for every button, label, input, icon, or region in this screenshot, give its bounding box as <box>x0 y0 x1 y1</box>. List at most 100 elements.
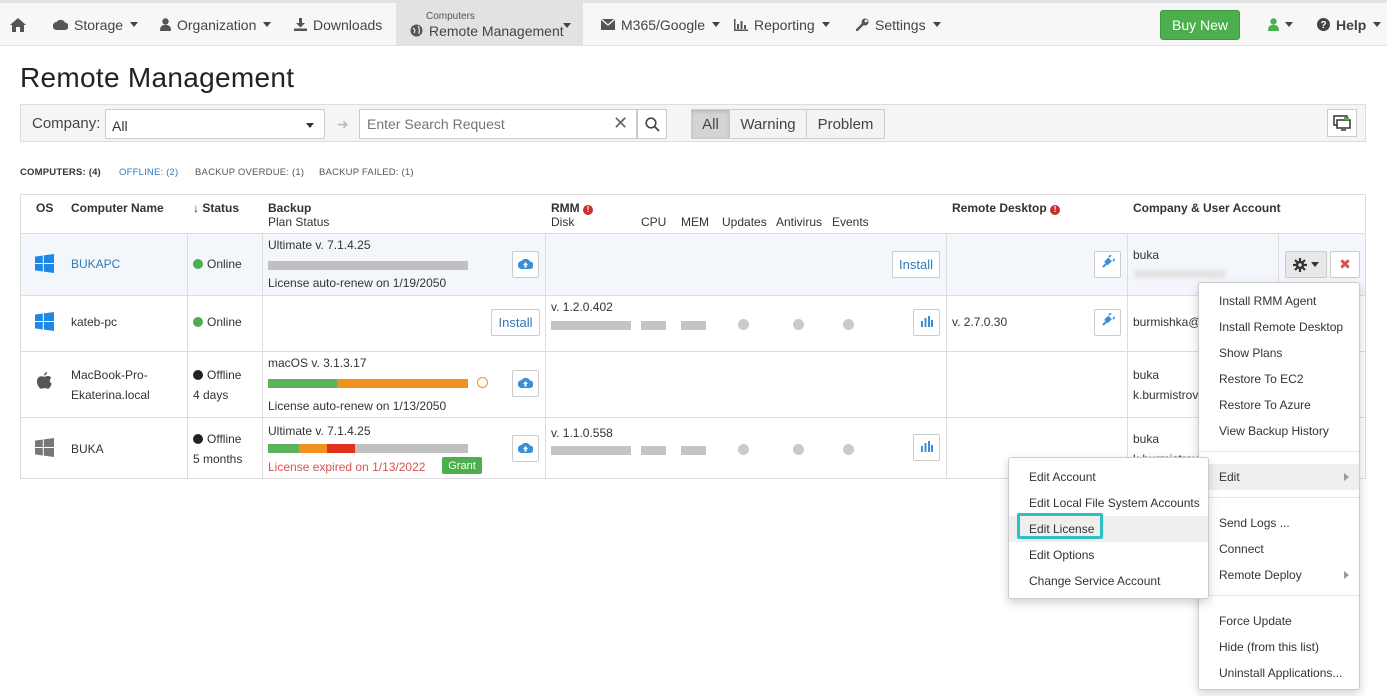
submenu-edit-options[interactable]: Edit Options <box>1009 542 1208 568</box>
blurred-email <box>1135 270 1225 278</box>
status-offline: Offline <box>193 429 241 449</box>
nav-help[interactable]: ? Help <box>1317 3 1382 46</box>
col-computer-name[interactable]: Computer Name <box>71 201 164 215</box>
plan-status-failed <box>327 444 355 453</box>
computer-name[interactable]: BUKA <box>71 439 104 459</box>
backup-install-button[interactable]: Install <box>491 309 540 336</box>
wrench-icon <box>856 18 869 31</box>
nav-settings[interactable]: Settings <box>856 3 941 46</box>
grant-button[interactable]: Grant <box>442 457 482 474</box>
computer-name-link[interactable]: BUKAPC <box>71 254 120 274</box>
chevron-down-icon <box>1373 22 1382 27</box>
summary-backup-overdue[interactable]: BACKUP OVERDUE: (1) <box>195 167 304 178</box>
computer-name[interactable]: MacBook-Pro- <box>71 365 148 385</box>
alert-icon: ! <box>583 205 594 215</box>
menu-edit[interactable]: Edit <box>1199 464 1359 490</box>
plug-icon <box>1101 254 1116 274</box>
menu-force-update[interactable]: Force Update <box>1199 608 1359 634</box>
nav-organization[interactable]: Organization <box>160 3 272 46</box>
bar-chart-icon <box>734 18 748 31</box>
nav-remote-management[interactable]: Computers Remote Management <box>396 3 583 46</box>
col-plan-status: Plan Status <box>268 215 330 229</box>
menu-connect[interactable]: Connect <box>1199 536 1359 562</box>
filter-all[interactable]: All <box>691 109 730 139</box>
menu-hide-from-list[interactable]: Hide (from this list) <box>1199 634 1359 660</box>
filter-problem[interactable]: Problem <box>806 109 885 139</box>
computer-name[interactable]: kateb-pc <box>71 312 117 332</box>
cloud-upload-button[interactable] <box>512 251 539 278</box>
col-antivirus: Antivirus <box>776 215 823 229</box>
home-icon[interactable] <box>10 3 26 46</box>
computers-table: OS Computer Name ↓ Status Backup Plan St… <box>20 194 1366 479</box>
cloud-icon <box>53 19 68 30</box>
filter-warning[interactable]: Warning <box>729 109 807 139</box>
remote-desktop-connect-button[interactable] <box>1094 251 1121 278</box>
remote-desktop-connect-button[interactable] <box>1094 309 1121 336</box>
submenu-edit-account[interactable]: Edit Account <box>1009 464 1208 490</box>
col-os: OS <box>36 201 54 215</box>
close-icon[interactable]: ✕ <box>613 114 628 132</box>
menu-restore-to-azure[interactable]: Restore To Azure <box>1199 392 1359 418</box>
col-disk: Disk <box>551 215 575 229</box>
menu-install-remote-desktop[interactable]: Install Remote Desktop <box>1199 314 1359 340</box>
chevron-down-icon <box>932 22 941 27</box>
summary-computers[interactable]: COMPUTERS: (4) <box>20 167 101 178</box>
antivirus-indicator <box>793 319 804 330</box>
user-company: buka <box>1133 432 1160 446</box>
chevron-down-icon <box>821 22 830 27</box>
user-menu[interactable] <box>1268 3 1293 46</box>
close-icon: ✖ <box>1339 256 1351 272</box>
rmm-install-button[interactable]: Install <box>892 251 940 278</box>
col-backup: Backup <box>268 201 312 215</box>
cloud-upload-button[interactable] <box>512 370 539 397</box>
menu-view-backup-history[interactable]: View Backup History <box>1199 418 1359 444</box>
cloud-upload-button[interactable] <box>512 435 539 462</box>
search-button[interactable] <box>637 109 667 139</box>
summary-backup-failed[interactable]: BACKUP FAILED: (1) <box>319 167 414 178</box>
nav-reporting[interactable]: Reporting <box>734 3 830 46</box>
backup-version: macOS v. 3.1.3.17 <box>268 356 367 370</box>
nav-storage[interactable]: Storage <box>53 3 139 46</box>
menu-uninstall-applications[interactable]: Uninstall Applications... <box>1199 660 1359 686</box>
status-offline: Offline <box>193 365 241 385</box>
company-select[interactable]: All <box>105 109 325 139</box>
nav-m365-google[interactable]: M365/Google <box>601 3 721 46</box>
chevron-down-icon <box>263 22 272 27</box>
row-actions-gear-button[interactable] <box>1285 251 1327 278</box>
plan-status-success <box>268 379 337 388</box>
backup-license: License auto-renew on 1/13/2050 <box>268 399 447 413</box>
chevron-right-icon <box>1344 473 1349 481</box>
col-company-user: Company & User Account <box>1133 201 1281 215</box>
company-label: Company: <box>32 115 101 132</box>
nav-downloads[interactable]: Downloads <box>294 3 382 46</box>
col-cpu: CPU <box>641 215 667 229</box>
cpu-bar <box>641 321 666 330</box>
plan-status-success <box>268 444 299 453</box>
col-rmm: RMM ! <box>551 201 594 215</box>
divider <box>187 233 188 479</box>
search-input[interactable] <box>359 109 637 139</box>
backup-progress-bar <box>268 261 468 270</box>
remote-monitor-button[interactable] <box>1327 109 1357 137</box>
buy-new-button[interactable]: Buy New <box>1160 10 1240 40</box>
row-delete-button[interactable]: ✖ <box>1330 251 1360 278</box>
divider <box>545 233 546 479</box>
menu-remote-deploy[interactable]: Remote Deploy <box>1199 562 1359 588</box>
menu-show-plans[interactable]: Show Plans <box>1199 340 1359 366</box>
col-status[interactable]: ↓ Status <box>193 201 239 215</box>
menu-restore-to-ec2[interactable]: Restore To EC2 <box>1199 366 1359 392</box>
rmm-chart-button[interactable] <box>913 434 940 461</box>
backup-license-expired: License expired on 1/13/2022 <box>268 460 426 474</box>
divider <box>21 351 1365 352</box>
menu-install-rmm-agent[interactable]: Install RMM Agent <box>1199 288 1359 314</box>
power-icon <box>193 370 203 380</box>
rmm-chart-button[interactable] <box>913 309 940 336</box>
cloud-upload-icon <box>517 375 534 393</box>
search-icon <box>644 116 660 132</box>
offline-duration: 4 days <box>193 388 229 402</box>
plan-status-warning <box>337 379 468 388</box>
summary-offline[interactable]: OFFLINE: (2) <box>119 167 178 178</box>
submenu-change-service-account[interactable]: Change Service Account <box>1009 568 1208 594</box>
offline-duration: 5 months <box>193 452 243 466</box>
menu-send-logs[interactable]: Send Logs ... <box>1199 510 1359 536</box>
